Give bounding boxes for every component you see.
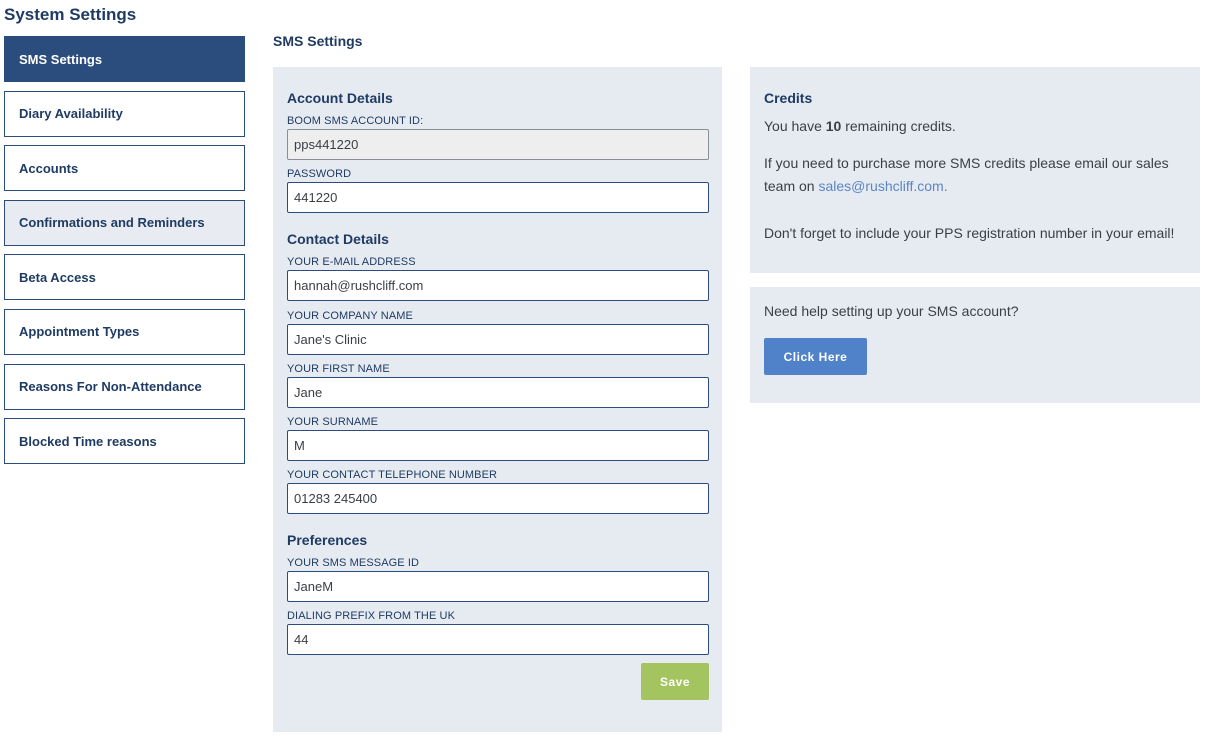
sms-settings-form: Account Details BOOM SMS ACCOUNT ID: PAS… (273, 67, 722, 732)
sales-email-link[interactable]: sales@rushcliff.com. (818, 178, 947, 194)
sidebar-item-sms-settings[interactable]: SMS Settings (4, 36, 245, 82)
account-details-heading: Account Details (287, 90, 393, 106)
credits-heading: Credits (764, 90, 813, 106)
sidebar-item-confirmations-reminders[interactable]: Confirmations and Reminders (4, 199, 245, 246)
credits-reminder-text: Don't forget to include your PPS registr… (764, 225, 1175, 241)
surname-label: YOUR SURNAME (287, 416, 379, 428)
credits-remaining-suffix: remaining credits. (841, 118, 956, 134)
dialing-prefix-label: DIALING PREFIX FROM THE UK (287, 610, 456, 622)
sidebar-item-blocked-time-reasons[interactable]: Blocked Time reasons (4, 418, 245, 465)
company-name-field[interactable] (287, 324, 709, 355)
company-name-label: YOUR COMPANY NAME (287, 310, 413, 322)
sidebar-item-diary-availability[interactable]: Diary Availability (4, 90, 245, 137)
first-name-label: YOUR FIRST NAME (287, 363, 390, 375)
credits-remaining-prefix: You have (764, 118, 826, 134)
credits-remaining-text: You have 10 remaining credits. (764, 115, 1186, 138)
section-title: SMS Settings (273, 33, 363, 49)
account-id-label: BOOM SMS ACCOUNT ID: (287, 115, 424, 127)
sms-message-id-label: YOUR SMS MESSAGE ID (287, 557, 420, 569)
password-field[interactable] (287, 182, 709, 213)
sidebar-item-accounts[interactable]: Accounts (4, 145, 245, 192)
phone-field[interactable] (287, 483, 709, 514)
page-title: System Settings (4, 5, 137, 24)
contact-details-heading: Contact Details (287, 231, 389, 247)
surname-field[interactable] (287, 430, 709, 461)
sidebar-item-beta-access[interactable]: Beta Access (4, 254, 245, 301)
credits-purchase-text: If you need to purchase more SMS credits… (764, 152, 1186, 198)
first-name-field[interactable] (287, 377, 709, 408)
phone-label: YOUR CONTACT TELEPHONE NUMBER (287, 469, 498, 481)
email-label: YOUR E-MAIL ADDRESS (287, 256, 416, 268)
email-field[interactable] (287, 270, 709, 301)
help-panel: Need help setting up your SMS account? C… (750, 287, 1200, 403)
sidebar-item-non-attendance-reasons[interactable]: Reasons For Non-Attendance (4, 363, 245, 410)
sidebar-nav: SMS Settings Diary Availability Accounts… (4, 36, 245, 473)
click-here-button[interactable]: Click Here (764, 338, 867, 375)
preferences-heading: Preferences (287, 532, 368, 548)
save-button[interactable]: Save (641, 663, 709, 700)
credits-remaining-count: 10 (825, 118, 842, 134)
credits-panel: Credits You have 10 remaining credits. I… (750, 67, 1200, 273)
sms-message-id-field[interactable] (287, 571, 709, 602)
dialing-prefix-field[interactable] (287, 624, 709, 655)
help-question-text: Need help setting up your SMS account? (764, 303, 1019, 319)
sidebar-item-appointment-types[interactable]: Appointment Types (4, 308, 245, 355)
password-label: PASSWORD (287, 168, 352, 180)
account-id-field[interactable] (287, 129, 709, 160)
